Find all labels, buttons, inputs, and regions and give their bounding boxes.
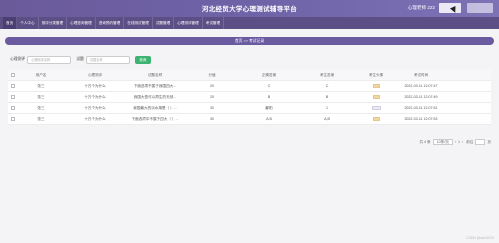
search-bar: 心理测评 心理测评名称 试题 试题名称 查询 bbox=[10, 55, 151, 64]
cell-score: 20 bbox=[210, 95, 214, 99]
col-exam-time[interactable]: 考试时间 bbox=[396, 73, 446, 78]
cell-correct-answer: B bbox=[267, 95, 271, 99]
cell-assessment: 十万个为什么 bbox=[84, 105, 106, 110]
cell-score: 30 bbox=[210, 117, 214, 121]
col-question[interactable]: 试题名称 bbox=[126, 73, 184, 78]
goto-page-input[interactable] bbox=[475, 139, 486, 145]
nav-item-appointment[interactable]: 咨询预约管理 bbox=[96, 17, 125, 29]
search-button[interactable]: 查询 bbox=[134, 55, 151, 64]
home-button[interactable] bbox=[467, 3, 493, 13]
question-input[interactable]: 试题名称 bbox=[85, 55, 130, 64]
next-page-icon[interactable]: › bbox=[462, 140, 463, 144]
cell-student-answer: 1 bbox=[326, 106, 328, 110]
cell-username: 张三 bbox=[37, 116, 45, 121]
top-header: 河北经贸大学心理测试辅导平台 心理老师 222 bbox=[0, 0, 499, 17]
question-label: 试题 bbox=[76, 57, 84, 61]
cell-correct-answer: 鄱阳 bbox=[265, 105, 273, 110]
select-all-checkbox[interactable] bbox=[11, 73, 15, 77]
page-size-select[interactable]: 10条/页 bbox=[432, 139, 453, 145]
cell-student-answer: C bbox=[325, 84, 329, 88]
cell-username: 张三 bbox=[37, 105, 45, 110]
cell-question: 我国大型可以再生的天然... bbox=[133, 94, 177, 99]
row-checkbox[interactable] bbox=[11, 106, 15, 110]
table-header-row: 用户名 心理测评 试题名称 分值 正确答案 考生答案 考生头像 考试时间 bbox=[8, 70, 491, 81]
nav-item-consult[interactable]: 心理咨询管理 bbox=[67, 17, 96, 29]
avatar-image bbox=[372, 94, 380, 99]
watermark: CSDN @ssm2019 bbox=[466, 236, 494, 240]
cell-exam-time: 2022-03-11 12:07:47 bbox=[404, 84, 438, 88]
row-checkbox[interactable] bbox=[11, 95, 15, 99]
nav-item-questions[interactable]: 试题管理 bbox=[153, 17, 175, 29]
col-assessment[interactable]: 心理测评 bbox=[64, 73, 126, 78]
cell-question: 下面选项不属于我国四大... bbox=[133, 83, 177, 88]
cell-assessment: 十万个为什么 bbox=[84, 83, 106, 88]
current-user: 心理老师 222 bbox=[407, 5, 435, 10]
records-table: 用户名 心理测评 试题名称 分值 正确答案 考生答案 考生头像 考试时间 张三 … bbox=[8, 70, 491, 125]
cell-correct-answer: C bbox=[267, 84, 271, 88]
cell-exam-time: 2022-03-11 12:07:53 bbox=[404, 117, 438, 121]
prev-page-icon[interactable]: ‹ bbox=[455, 140, 456, 144]
table-row[interactable]: 张三 十万个为什么 我国大型可以再生的天然... 20 B B 2022-03-… bbox=[8, 92, 491, 103]
cell-question: 我国最大的淡水湖是（ ）... bbox=[133, 105, 177, 110]
total-count: 共 4 条 bbox=[419, 139, 431, 144]
nav-item-category[interactable]: 测评分类管理 bbox=[39, 17, 68, 29]
row-checkbox[interactable] bbox=[11, 84, 15, 88]
col-avatar: 考生头像 bbox=[368, 72, 384, 77]
nav-item-profile[interactable]: 个人中心 bbox=[17, 17, 39, 29]
table-row[interactable]: 张三 十万个为什么 我国最大的淡水湖是（ ）... 30 鄱阳 1 2022-0… bbox=[8, 103, 491, 114]
cell-assessment: 十万个为什么 bbox=[84, 116, 106, 121]
main-nav: 首页 个人中心 测评分类管理 心理咨询管理 咨询预约管理 在线测试管理 试题管理… bbox=[0, 17, 499, 29]
cell-exam-time: 2022-03-11 12:07:49 bbox=[404, 95, 438, 99]
cell-correct-answer: A,B bbox=[266, 117, 272, 121]
page-number[interactable]: 1 bbox=[458, 140, 460, 144]
nav-item-exam[interactable]: 考试管理 bbox=[203, 17, 225, 29]
nav-item-assessment[interactable]: 心理测评管理 bbox=[174, 17, 203, 29]
breadcrumb: 首页 >> 考试记录 bbox=[5, 37, 494, 45]
nav-item-online-test[interactable]: 在线测试管理 bbox=[124, 17, 153, 29]
table-row[interactable]: 张三 十万个为什么 下面选项中不属于四大（ ）... 30 A,B A,B 20… bbox=[8, 114, 491, 125]
cell-username: 张三 bbox=[37, 83, 45, 88]
cell-score: 30 bbox=[210, 106, 214, 110]
col-username[interactable]: 用户名 bbox=[18, 73, 64, 78]
cell-student-answer: B bbox=[325, 95, 329, 99]
nav-item-home[interactable]: 首页 bbox=[3, 17, 18, 29]
assessment-label: 心理测评 bbox=[10, 57, 26, 61]
avatar-image bbox=[372, 83, 380, 88]
page-unit-label: 页 bbox=[487, 139, 491, 144]
col-student-answer[interactable]: 考生答案 bbox=[298, 73, 356, 78]
row-checkbox[interactable] bbox=[11, 117, 15, 121]
cell-score: 20 bbox=[210, 84, 214, 88]
cell-exam-time: 2022-03-11 12:07:51 bbox=[404, 106, 438, 110]
view-button[interactable] bbox=[371, 105, 381, 110]
cell-assessment: 十万个为什么 bbox=[84, 94, 106, 99]
assessment-input[interactable]: 心理测评名称 bbox=[27, 55, 72, 64]
cell-student-answer: A,B bbox=[324, 117, 330, 121]
cell-question: 下面选项中不属于四大（ ）... bbox=[131, 116, 179, 121]
col-score[interactable]: 分值 bbox=[184, 73, 240, 78]
cell-username: 张三 bbox=[37, 94, 45, 99]
col-correct-answer[interactable]: 正确答案 bbox=[240, 73, 298, 78]
avatar-image bbox=[372, 116, 380, 121]
table-row[interactable]: 张三 十万个为什么 下面选项不属于我国四大... 20 C C 2022-03-… bbox=[8, 81, 491, 92]
pagination: 共 4 条 10条/页 ‹ 1 › 前往 页 bbox=[419, 139, 491, 145]
goto-label: 前往 bbox=[466, 139, 474, 144]
